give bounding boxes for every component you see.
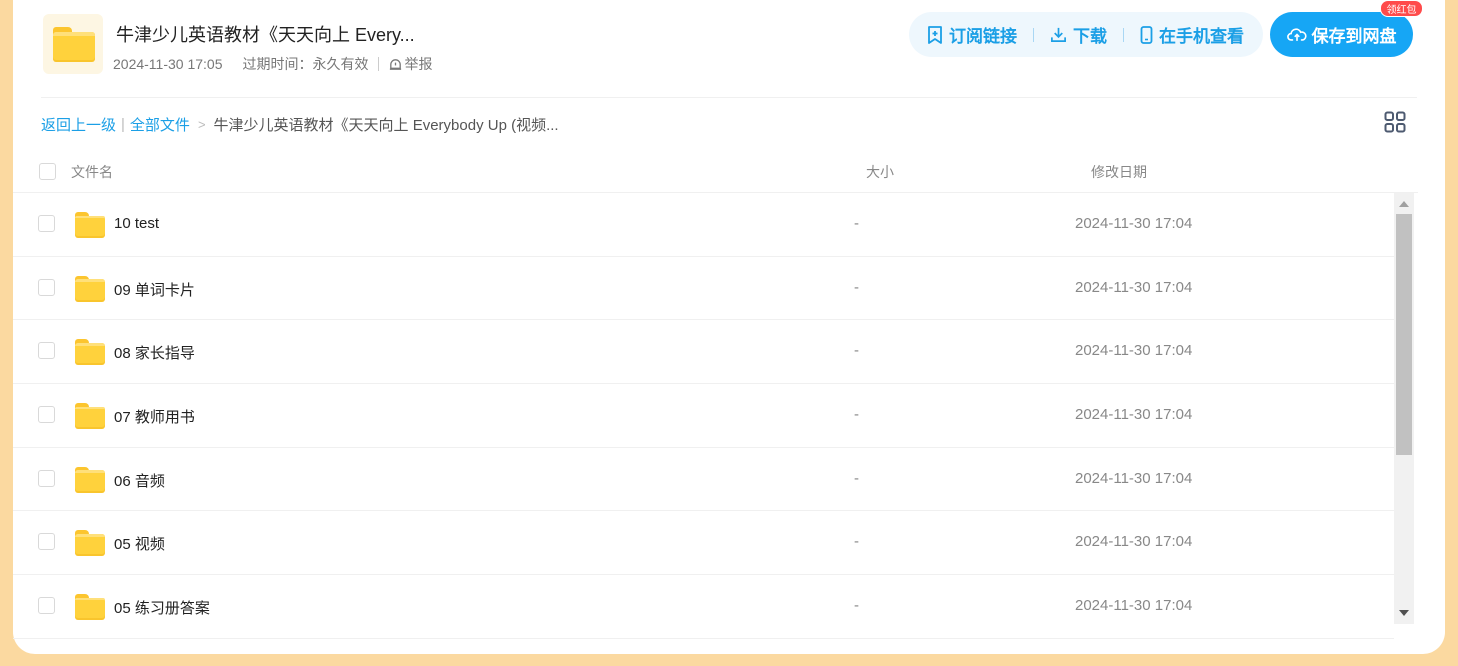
row-checkbox[interactable] [38, 597, 55, 615]
file-row[interactable]: 10 test - 2024-11-30 17:04 [13, 193, 1394, 257]
file-table-header: 文件名 大小 修改日期 [13, 150, 1418, 193]
column-header-name[interactable]: 文件名 [71, 162, 113, 182]
breadcrumb: 返回上一级 | 全部文件 > 牛津少儿英语教材《天天向上 Everybody U… [41, 114, 559, 135]
file-row[interactable]: 05 视频 - 2024-11-30 17:04 [13, 511, 1394, 576]
download-button[interactable]: 下载 [1050, 22, 1107, 47]
expire-text: 过期时间：永久有效 [242, 56, 369, 72]
download-icon [1051, 27, 1066, 42]
share-date: 2024-11-30 17:05 [113, 56, 223, 72]
file-size: - [854, 215, 859, 232]
file-date: 2024-11-30 17:04 [1075, 278, 1193, 296]
breadcrumb-separator: > [197, 117, 206, 132]
report-button[interactable]: 举报 [388, 54, 433, 74]
file-name[interactable]: 07 教师用书 [114, 406, 195, 427]
file-list: 10 test - 2024-11-30 17:04 09 单词卡片 - 202… [13, 193, 1394, 639]
download-label: 下载 [1073, 27, 1107, 46]
folder-icon [75, 403, 105, 430]
meta-divider [377, 57, 379, 71]
folder-icon [53, 27, 95, 62]
file-size: - [854, 406, 859, 424]
save-to-cloud-button[interactable]: 保存到网盘 [1270, 12, 1413, 57]
breadcrumb-divider: | [121, 116, 125, 133]
folder-icon [75, 339, 105, 366]
grid-view-icon[interactable] [1384, 111, 1406, 133]
folder-icon [75, 594, 105, 621]
file-row[interactable]: 07 教师用书 - 2024-11-30 17:04 [13, 384, 1394, 448]
folder-icon [75, 275, 105, 302]
share-actions: 订阅链接 下载 在手机查看 [909, 12, 1263, 57]
file-date: 2024-11-30 17:04 [1075, 215, 1193, 232]
row-checkbox[interactable] [38, 342, 55, 360]
file-name[interactable]: 06 音频 [114, 470, 165, 491]
view-on-phone-button[interactable]: 在手机查看 [1140, 22, 1244, 47]
file-name[interactable]: 05 视频 [114, 533, 165, 554]
file-row[interactable]: 06 音频 - 2024-11-30 17:04 [13, 448, 1394, 512]
subscribe-link-button[interactable]: 订阅链接 [927, 22, 1017, 47]
folder-icon [75, 530, 105, 557]
breadcrumb-current: 牛津少儿英语教材《天天向上 Everybody Up (视频... [213, 117, 559, 134]
subscribe-link-label: 订阅链接 [949, 27, 1017, 46]
file-size: - [854, 533, 859, 551]
file-size: - [854, 597, 859, 615]
folder-icon [75, 212, 105, 238]
folder-icon [75, 466, 105, 493]
alert-bell-icon [389, 58, 401, 70]
file-date: 2024-11-30 17:04 [1075, 469, 1193, 487]
view-on-phone-label: 在手机查看 [1159, 27, 1244, 46]
share-meta: 2024-11-30 17:05 过期时间：永久有效 举报 [113, 54, 433, 74]
scroll-down-arrow-icon[interactable] [1399, 610, 1409, 616]
select-all-checkbox[interactable] [39, 163, 56, 180]
file-date: 2024-11-30 17:04 [1075, 533, 1193, 551]
save-to-cloud-label: 保存到网盘 [1311, 27, 1397, 46]
mobile-phone-icon [1140, 25, 1153, 44]
share-title: 牛津少儿英语教材《天天向上 Every... [116, 25, 415, 45]
all-files-link[interactable]: 全部文件 [130, 114, 190, 135]
file-name[interactable]: 09 单词卡片 [114, 279, 195, 300]
column-header-size[interactable]: 大小 [866, 162, 894, 182]
file-date: 2024-11-30 17:04 [1075, 406, 1193, 424]
row-checkbox[interactable] [38, 469, 55, 487]
file-row[interactable]: 08 家长指导 - 2024-11-30 17:04 [13, 320, 1394, 385]
file-date: 2024-11-30 17:04 [1075, 342, 1193, 360]
file-size: - [854, 342, 859, 360]
red-packet-badge[interactable]: 领红包 [1380, 0, 1423, 17]
scrollbar-thumb[interactable] [1396, 214, 1412, 455]
cloud-upload-icon [1286, 28, 1307, 41]
vertical-scrollbar[interactable] [1394, 193, 1414, 624]
share-folder-thumbnail [43, 14, 103, 74]
column-header-date[interactable]: 修改日期 [1091, 162, 1147, 182]
action-divider [1123, 27, 1124, 42]
file-row[interactable]: 05 练习册答案 - 2024-11-30 17:04 [13, 575, 1394, 639]
file-size: - [854, 278, 859, 296]
scroll-up-arrow-icon[interactable] [1399, 201, 1409, 207]
bookmark-plus-icon [928, 25, 942, 44]
file-row[interactable]: 09 单词卡片 - 2024-11-30 17:04 [13, 257, 1394, 321]
report-label: 举报 [404, 56, 433, 72]
row-checkbox[interactable] [38, 406, 55, 424]
row-checkbox[interactable] [38, 533, 55, 551]
file-date: 2024-11-30 17:04 [1075, 597, 1193, 615]
header-divider [41, 97, 1417, 98]
back-link[interactable]: 返回上一级 [41, 114, 116, 135]
row-checkbox[interactable] [38, 278, 55, 296]
file-name[interactable]: 08 家长指导 [114, 342, 195, 363]
file-name[interactable]: 10 test [114, 215, 159, 232]
share-page-card: 牛津少儿英语教材《天天向上 Every... 2024-11-30 17:05 … [13, 0, 1445, 654]
file-name[interactable]: 05 练习册答案 [114, 597, 210, 618]
file-size: - [854, 469, 859, 487]
action-divider [1033, 27, 1034, 42]
row-checkbox[interactable] [38, 215, 55, 232]
